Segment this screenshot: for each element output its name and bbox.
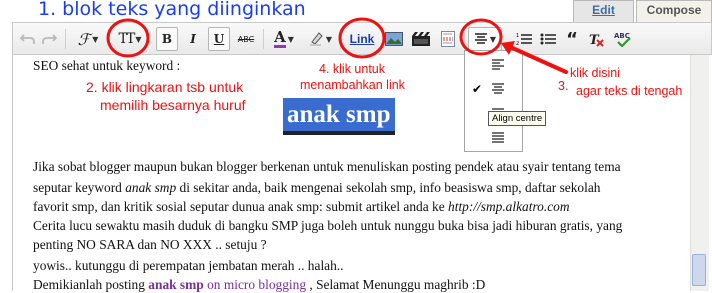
url-text: http://smp.alkatro.com bbox=[448, 199, 570, 214]
annotation-step3: klik disini bbox=[570, 66, 621, 80]
micro-blogging-link[interactable]: on micro blogging bbox=[204, 277, 306, 292]
annotation-title: 1. blok teks yang diinginkan bbox=[38, 0, 306, 20]
anak-smp-link[interactable]: anak smp bbox=[148, 277, 203, 292]
editor-line: yowis.. kutunggu di perempatan jembatan … bbox=[33, 258, 344, 273]
font-size-label: TT bbox=[118, 31, 135, 47]
underline-button[interactable]: U bbox=[208, 27, 230, 51]
numbered-list-icon[interactable]: 12 bbox=[513, 27, 535, 51]
keyword-italic: anak smp bbox=[125, 180, 177, 195]
bullet-list-icon[interactable] bbox=[537, 27, 559, 51]
font-family-button[interactable]: ℱ ▼ bbox=[73, 27, 103, 51]
highlighter-icon bbox=[309, 32, 323, 46]
italic-button[interactable]: I bbox=[182, 27, 204, 51]
highlight-color-button[interactable]: ▼ bbox=[304, 27, 336, 51]
font-size-button[interactable]: TT ▼ bbox=[110, 27, 150, 51]
redo-icon[interactable] bbox=[40, 27, 58, 51]
quote-icon[interactable]: “ bbox=[561, 27, 583, 51]
tab-compose[interactable]: Compose bbox=[636, 0, 712, 22]
page-break-icon[interactable] bbox=[436, 27, 460, 51]
annotation-step2: 2. klik lingkaran tsb untuk bbox=[86, 79, 244, 95]
insert-image-icon[interactable] bbox=[382, 27, 406, 51]
align-left-icon bbox=[492, 59, 504, 70]
align-center-option[interactable]: ✔ bbox=[465, 78, 522, 100]
editor-line: SEO sehat untuk keyword : bbox=[33, 58, 181, 73]
annotation-step4: menambahkan link bbox=[300, 78, 405, 92]
annotation-step2: memilih besarnya huruf bbox=[100, 97, 246, 113]
editor-line: penting NO SARA dan NO XXX .. setuju ? bbox=[33, 237, 267, 252]
align-justify-icon bbox=[492, 132, 504, 143]
text-color-icon: A bbox=[274, 28, 286, 48]
font-family-icon: ℱ bbox=[77, 29, 91, 49]
editor-line: seputar keyword anak smp di sekitar anda… bbox=[33, 180, 601, 195]
align-center-icon bbox=[474, 33, 487, 44]
editor-line: Jika sobat blogger maupun bukan blogger … bbox=[33, 159, 621, 174]
annotation-step3-number: 3. bbox=[558, 79, 569, 93]
strikethrough-button[interactable]: ABC bbox=[234, 27, 258, 51]
align-justify-option[interactable] bbox=[465, 127, 522, 149]
alignment-menu: ✔ bbox=[464, 50, 523, 152]
editor-line: favorit smp, dan kritik sosial seputar d… bbox=[33, 199, 570, 214]
svg-text:2: 2 bbox=[516, 41, 519, 46]
annotation-step4: 4. klik untuk bbox=[319, 62, 386, 76]
text-color-button[interactable]: A ▼ bbox=[269, 27, 299, 51]
align-center-icon bbox=[492, 83, 504, 94]
alignment-button[interactable]: ▼ bbox=[468, 27, 502, 51]
svg-text:1: 1 bbox=[516, 33, 519, 39]
spellcheck-icon[interactable]: ABC bbox=[611, 27, 635, 51]
undo-icon[interactable] bbox=[19, 27, 37, 51]
selected-text[interactable]: anak smp bbox=[283, 98, 395, 135]
remove-formatting-icon[interactable]: T bbox=[585, 27, 607, 51]
bold-button[interactable]: B bbox=[156, 27, 178, 51]
editor-line: Cerita lucu sewaktu masih duduk di bangk… bbox=[33, 218, 623, 233]
editor-toolbar: ℱ ▼ TT ▼ B I U ABC A ▼ ▼ Link ▼ 12 “ T ABC bbox=[12, 22, 712, 55]
tab-edit-html[interactable]: Edit HTML bbox=[573, 0, 634, 35]
link-button[interactable]: Link bbox=[346, 27, 378, 51]
annotation-step3: agar teks di tengah bbox=[576, 84, 683, 98]
checkmark-icon: ✔ bbox=[472, 82, 483, 96]
scrollbar-thumb[interactable] bbox=[692, 254, 706, 286]
align-left-option[interactable] bbox=[465, 54, 522, 76]
insert-video-icon[interactable] bbox=[409, 27, 433, 51]
align-centre-tooltip: Align centre bbox=[488, 111, 547, 126]
svg-text:ABC: ABC bbox=[614, 32, 630, 40]
